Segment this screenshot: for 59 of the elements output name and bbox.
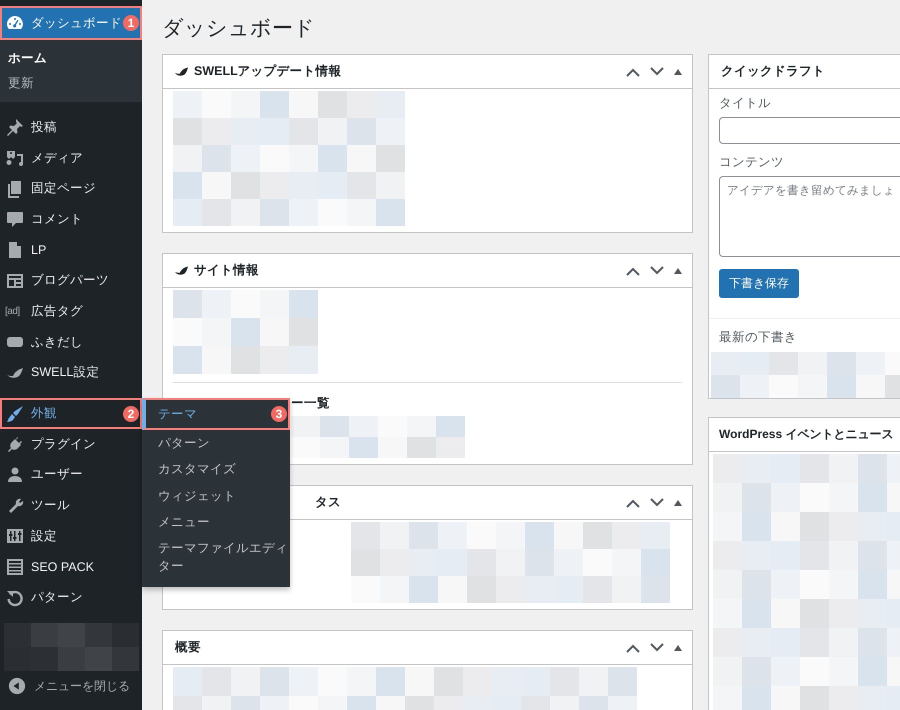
list-icon (5, 556, 25, 577)
flyout-item[interactable]: パターン (142, 430, 290, 456)
collapse-triangle-icon[interactable] (674, 68, 682, 74)
widget-title: クイックドラフト (721, 63, 825, 80)
page-title: ダッシュボード (162, 16, 316, 42)
chevron-down-icon[interactable] (650, 642, 664, 652)
widget-title: SWELLアップデート情報 (194, 63, 342, 80)
chevron-up-icon[interactable] (626, 498, 640, 508)
collapse-triangle-icon[interactable] (674, 500, 682, 506)
annotation-badge: 2 (123, 406, 139, 422)
collapse-triangle-icon[interactable] (674, 644, 682, 650)
menu-item[interactable]: ふきだし (0, 326, 142, 358)
menu-item[interactable]: 固定ページ (0, 173, 142, 204)
flyout-item[interactable]: ウィジェット (142, 482, 290, 509)
collapse-triangle-icon[interactable] (674, 268, 682, 274)
field-label: コンテンツ (719, 154, 785, 171)
menu-item[interactable]: ユーザー (0, 460, 142, 490)
chevron-up-icon[interactable] (626, 266, 640, 276)
menu-item[interactable]: LP (0, 234, 142, 266)
menu-item[interactable]: ブログパーツ (0, 265, 142, 296)
content-text-area[interactable]: アイデアを書き留めてみましょ (719, 176, 900, 257)
menu-item[interactable]: プラグイン (0, 428, 142, 460)
pin-icon (5, 117, 25, 138)
submenu-item[interactable]: 更新 (0, 71, 142, 96)
media-icon (5, 148, 25, 168)
chevron-up-icon[interactable] (626, 66, 640, 76)
flyout-item[interactable]: メニュー (142, 508, 290, 535)
widget-title: タス (315, 494, 341, 511)
menu-item[interactable]: SEO PACK (0, 552, 142, 582)
save-draft-button[interactable]: 下書き保存 (719, 269, 799, 298)
menu-item[interactable]: 設定 (0, 520, 142, 552)
section-heading: ー一覧 (291, 395, 330, 412)
collapse-menu-link[interactable]: メニューを閉じる (0, 677, 142, 695)
chevron-up-icon[interactable] (626, 642, 640, 652)
comment-icon (5, 209, 25, 230)
menu-item[interactable]: コメント (0, 204, 142, 235)
ad-icon: [ad] (5, 306, 25, 317)
left-arrow-circle-icon (8, 677, 26, 695)
section-heading: 最新の下書き (719, 329, 798, 346)
widget-title: サイト情報 (194, 262, 259, 279)
submenu-item[interactable]: ホーム (0, 46, 142, 71)
chevron-down-icon[interactable] (650, 266, 664, 276)
paintbrush-icon (5, 404, 25, 424)
chevron-down-icon[interactable] (650, 66, 664, 76)
field-label: タイトル (719, 95, 772, 112)
menu-item[interactable]: パターン (0, 582, 142, 613)
menu-item[interactable]: メディア (0, 142, 142, 174)
widget-title: 概要 (175, 639, 201, 656)
flyout-item[interactable]: カスタマイズ (142, 456, 290, 483)
flyout-item[interactable]: テーマファイルエディター (142, 534, 290, 580)
menu-item[interactable]: 投稿 (0, 112, 142, 143)
title-input-field[interactable] (719, 117, 900, 144)
widget-title: WordPress イベントとニュース (719, 426, 894, 443)
menu-item[interactable]: ツール (0, 490, 142, 521)
annotation-badge: 3 (271, 406, 287, 422)
chevron-down-icon[interactable] (650, 498, 664, 508)
person-icon (5, 464, 25, 485)
menu-item[interactable]: SWELL設定 (0, 358, 142, 388)
menu-item[interactable]: [ad] 広告タグ (0, 296, 142, 327)
